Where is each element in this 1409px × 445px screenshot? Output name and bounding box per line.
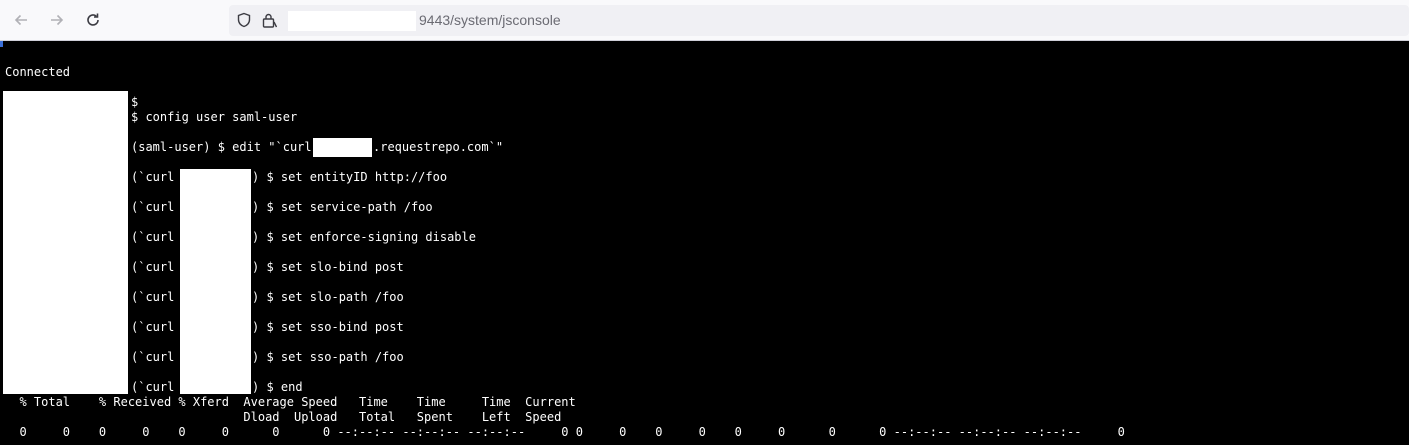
console-line: ) $ set entityID http://foo [252,170,448,184]
console-prompt: $ [131,95,139,109]
prompt-prefix: (`curl [131,380,175,394]
console-line: ) $ set sso-path /foo [252,350,404,364]
curl-progress: 0 0 0 0 0 0 0 0 --:--:-- --:--:-- --:--:… [5,425,1125,439]
curl-header: % Total % Received % Xferd Average Speed… [5,395,576,409]
reload-button[interactable] [80,7,106,33]
prompt-prefix: (`curl [131,230,175,244]
url-bar[interactable]: 9443/system/jsconsole [229,5,1409,36]
console-line: ) $ set service-path /foo [252,200,433,214]
console-status: Connected [5,65,71,79]
forward-button[interactable] [44,7,70,33]
console-line: ) $ set slo-path /foo [252,290,404,304]
arrow-right-icon [51,14,64,26]
hostname-redaction [3,91,128,394]
domain-redaction [313,138,372,157]
prompt-prefix: (`curl [131,350,175,364]
back-button[interactable] [8,7,34,33]
arrow-left-icon [14,14,27,26]
prompt-prefix: (`curl [131,170,175,184]
curl-header: Dload Upload Total Spent Left Speed [5,410,562,424]
browser-toolbar: 9443/system/jsconsole [0,0,1409,41]
console-line: ) $ end [252,380,303,394]
js-console-terminal[interactable]: Connected $ $ config user saml-user (sam… [0,41,1409,445]
console-line: $ config user saml-user [131,110,298,124]
prompt-prefix: (`curl [131,320,175,334]
terminal-cursor-marker [0,41,3,47]
url-redaction [288,11,416,31]
console-line: ) $ set enforce-signing disable [252,230,476,244]
prompt-prefix: (`curl [131,260,175,274]
prompt-prefix: (`curl [131,200,175,214]
prompt-redaction [180,169,251,394]
console-line: (saml-user) $ edit "`curl [131,140,312,154]
console-line: ) $ set slo-bind post [252,260,404,274]
reload-icon [87,13,99,26]
url-text: 9443/system/jsconsole [419,12,561,28]
lock-icon[interactable] [261,12,277,29]
console-line: .requestrepo.com`" [373,140,504,154]
console-line: ) $ set sso-bind post [252,320,404,334]
prompt-prefix: (`curl [131,290,175,304]
shield-icon[interactable] [236,12,252,28]
